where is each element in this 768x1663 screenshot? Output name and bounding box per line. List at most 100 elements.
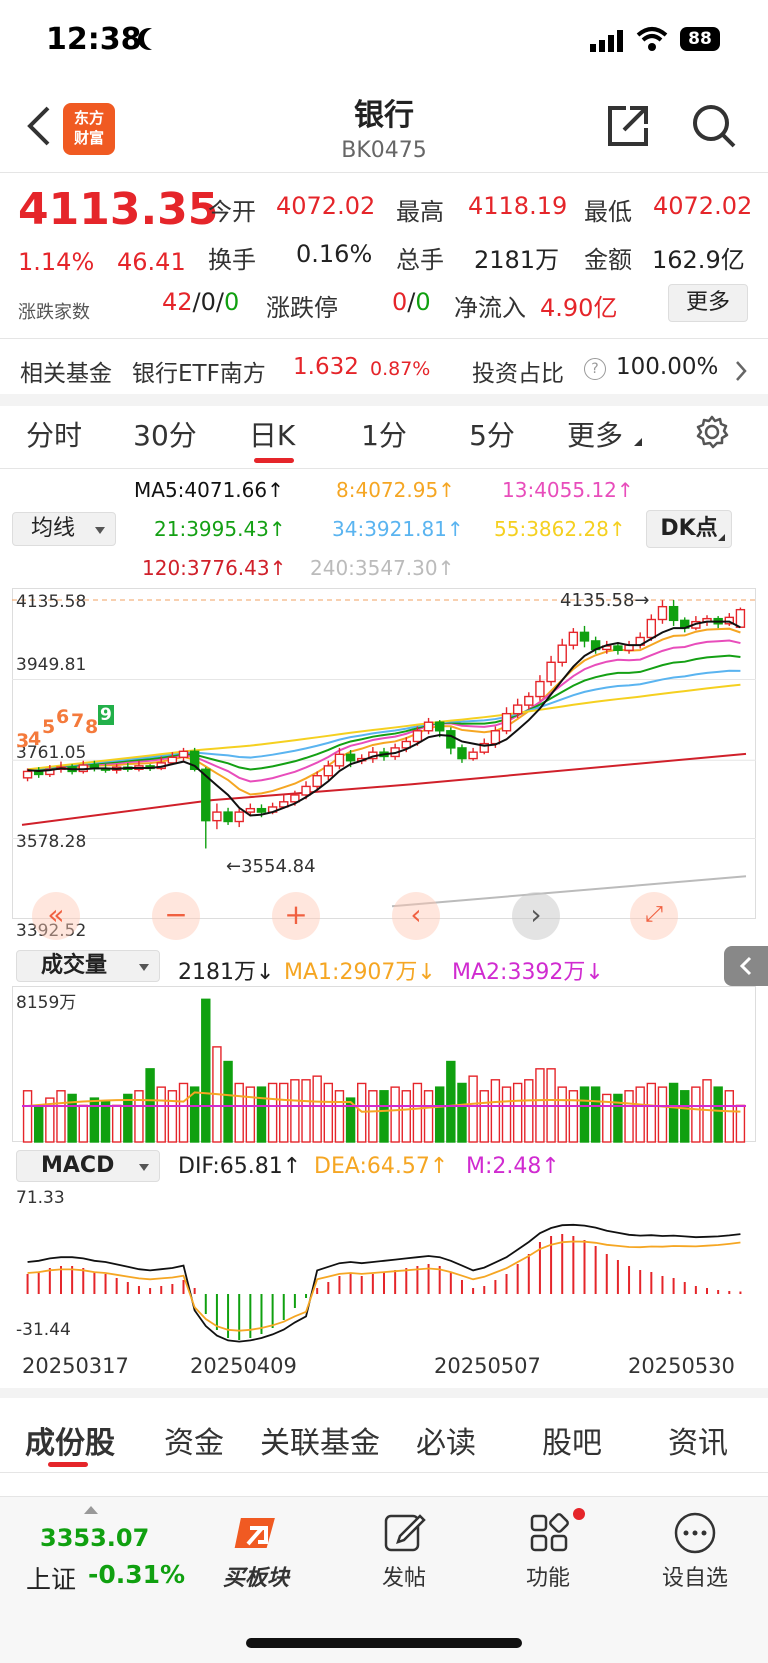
home-indicator (246, 1638, 522, 1648)
macd-selector[interactable]: MACD (16, 1150, 160, 1182)
status-time: 12:38 (46, 22, 142, 57)
volume-bar (579, 1086, 590, 1143)
kline-axis-mid3: 3578.28 (16, 832, 87, 852)
tab-30min[interactable]: 30分 (120, 414, 210, 454)
tab-more[interactable]: 更多 (560, 414, 630, 454)
functions-label[interactable]: 功能 (510, 1560, 586, 1592)
index-name[interactable]: 上证 (26, 1560, 76, 1596)
change-value: 46.41 (117, 248, 186, 276)
breadth-up: 42 (162, 288, 193, 316)
limit-counts: 0/0 (392, 288, 431, 316)
buy-sector-label[interactable]: 买板块 (208, 1560, 304, 1592)
tab-related-funds[interactable]: 关联基金 (256, 1418, 384, 1462)
volume-bar (290, 1079, 300, 1143)
volume-bar (434, 1086, 445, 1143)
macd-m: M:2.48↑ (466, 1154, 560, 1179)
candle-body (446, 730, 456, 749)
volume-chart[interactable] (12, 986, 756, 1144)
candle-body (434, 721, 445, 732)
macd-chart[interactable] (12, 1186, 756, 1346)
candle-body (535, 680, 545, 698)
buy-sector-icon[interactable] (232, 1510, 286, 1564)
volume-bar (457, 1082, 467, 1143)
tab-constituents[interactable]: 成份股 (18, 1418, 122, 1462)
volume-bar (156, 1086, 166, 1143)
high-marker: 4135.58→ (560, 590, 650, 611)
tab-news[interactable]: 资讯 (660, 1418, 736, 1462)
volume-bar (568, 1090, 579, 1143)
moon-icon (144, 28, 166, 50)
tab-1min[interactable]: 1分 (346, 414, 422, 454)
add-watchlist-label[interactable]: 设自选 (652, 1560, 738, 1592)
last-price: 4113.35 (18, 184, 219, 235)
tab-timeshare[interactable]: 分时 (14, 414, 94, 454)
td-number: 5 (42, 716, 56, 738)
index-pct[interactable]: -0.31% (88, 1560, 185, 1589)
index-value[interactable]: 3353.07 (40, 1524, 149, 1552)
tab-forum[interactable]: 股吧 (534, 1418, 610, 1462)
volume-bar (323, 1082, 334, 1143)
candle-body (512, 704, 523, 715)
open-label: 今开 (208, 198, 256, 226)
more-options-icon[interactable] (672, 1510, 718, 1560)
volume-bar (301, 1079, 311, 1143)
more-button[interactable]: 更多 (668, 284, 748, 322)
volume-bar (401, 1090, 411, 1143)
gear-icon[interactable] (694, 414, 730, 454)
volume-bar (234, 1082, 244, 1143)
high-label: 最高 (396, 198, 444, 226)
collapse-side-button[interactable] (724, 946, 768, 986)
tab-daily-k[interactable]: 日K (232, 414, 312, 454)
dk-point-button[interactable]: DK点 (646, 510, 732, 548)
turnover-value: 0.16% (296, 240, 373, 268)
zoom-in-button[interactable]: + (272, 892, 320, 940)
volume-bar (624, 1090, 634, 1143)
amount-value: 162.9亿 (652, 246, 745, 274)
volume-bar (78, 1104, 88, 1143)
tab-funds[interactable]: 资金 (156, 1418, 232, 1462)
ma13-value: 13:4055.12↑ (502, 478, 634, 502)
limit-up: 0 (392, 288, 408, 316)
volume-bar (134, 1090, 144, 1143)
post-icon[interactable] (382, 1510, 428, 1560)
td-number: 8 (85, 716, 99, 738)
post-label[interactable]: 发帖 (366, 1560, 442, 1592)
dk-point-label: DK点 (660, 516, 718, 541)
volume-bar (512, 1082, 523, 1143)
ma-selector[interactable]: 均线 (12, 512, 116, 546)
low-label: 最低 (584, 198, 632, 226)
share-icon[interactable] (604, 102, 652, 154)
zoom-out-button[interactable]: − (152, 892, 200, 940)
macd-dif: DIF:65.81↑ (178, 1154, 302, 1179)
date-label: 20250507 (434, 1354, 541, 1378)
scroll-right-button[interactable]: › (512, 892, 560, 940)
limit-down: 0 (415, 288, 431, 316)
volume-bar (279, 1082, 289, 1143)
open-value: 4072.02 (276, 192, 376, 220)
fund-name[interactable]: 银行ETF南方 (132, 354, 266, 388)
volume-bar (468, 1075, 478, 1143)
macd-axis-top: 71.33 (16, 1188, 65, 1208)
kline-chart[interactable] (12, 588, 756, 946)
volume-bar (245, 1086, 256, 1143)
td-number: 9 (98, 705, 114, 725)
scroll-left-button[interactable]: ‹ (392, 892, 440, 940)
help-icon[interactable]: ? (584, 358, 606, 380)
macd-dea: DEA:64.57↑ (314, 1154, 449, 1179)
fullscreen-button[interactable]: ⤢ (630, 892, 678, 940)
chevron-right-icon[interactable] (734, 360, 748, 386)
functions-icon[interactable] (528, 1510, 574, 1560)
search-icon[interactable] (690, 102, 738, 154)
candle-body (735, 608, 746, 628)
tab-must-read[interactable]: 必读 (408, 1418, 484, 1462)
candle-body (334, 753, 345, 767)
battery-level: 88 (688, 29, 712, 49)
inflow-label: 净流入 (454, 294, 526, 322)
volume-selector[interactable]: 成交量 (16, 950, 160, 982)
volume-bar (590, 1086, 601, 1143)
volume-bar (123, 1093, 133, 1143)
volume-bar (379, 1090, 389, 1143)
scroll-left-fast-button[interactable]: « (32, 892, 80, 940)
candle-body (412, 730, 423, 743)
tab-5min[interactable]: 5分 (454, 414, 530, 454)
